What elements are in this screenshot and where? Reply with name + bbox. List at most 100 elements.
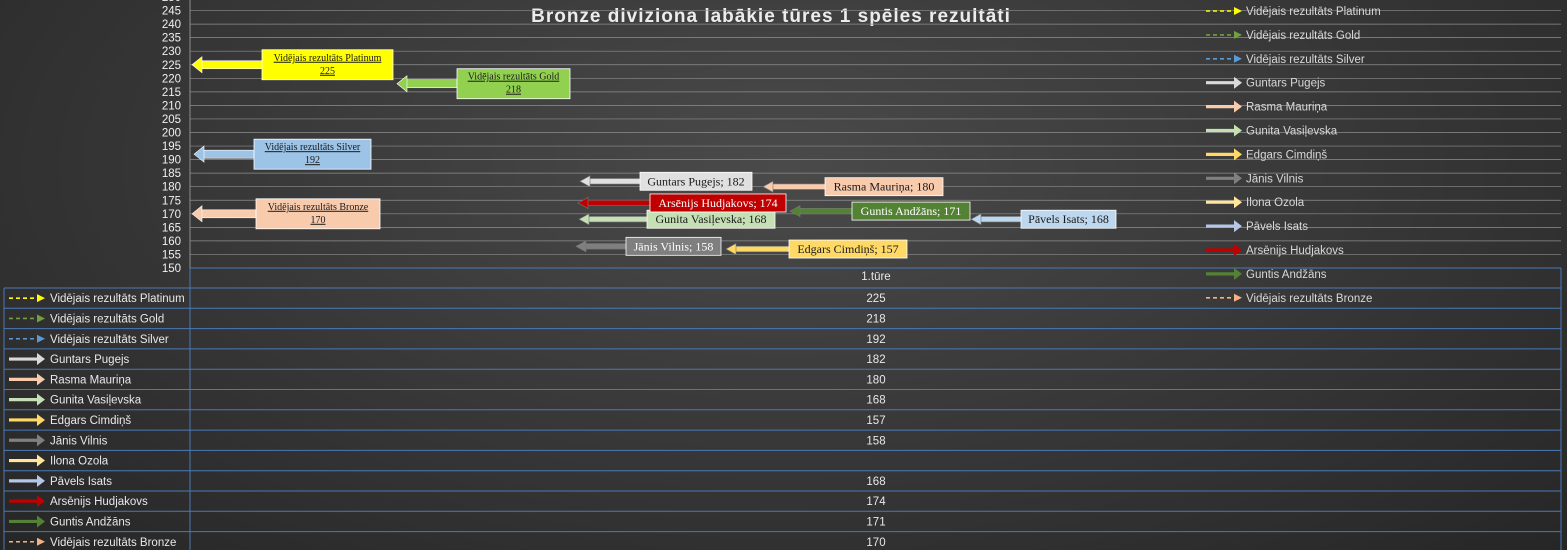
legend-label: Vidējais rezultāts Bronze — [1246, 293, 1372, 305]
data-callout: Vidējais rezultāts Platinum 225 — [191, 49, 394, 81]
arrow-icon — [9, 294, 45, 303]
y-tick-label: 215 — [162, 87, 181, 99]
data-callout: Vidējais rezultāts Bronze 170 — [191, 198, 381, 230]
callout-arrow-shaft — [201, 149, 255, 159]
callout-text: Vidējais rezultāts Bronze — [268, 202, 369, 213]
legend-entry: Jānis Vilnis — [1206, 172, 1304, 185]
callout-arrow-shaft — [404, 79, 458, 89]
y-tick-label: 150 — [162, 263, 181, 275]
legend-label: Vidējais rezultāts Gold — [1246, 30, 1360, 42]
legend-entry: Arsēnijs Hudjakovs — [1206, 244, 1344, 257]
table-cell-value: 168 — [866, 395, 885, 407]
callout-arrow-shaft — [585, 199, 651, 207]
arrow-icon — [1206, 148, 1242, 161]
callout-arrow-shaft — [583, 243, 627, 250]
callout-text: 218 — [506, 85, 521, 96]
category-label: 1.tūre — [861, 271, 890, 283]
data-callout: Vidējais rezultāts Silver 192 — [193, 138, 372, 170]
y-tick-label: 230 — [162, 46, 181, 58]
table-row-label: Guntis Andžāns — [50, 516, 131, 528]
legend-label: Guntis Andžāns — [1246, 269, 1327, 281]
callout-text: Rasma Mauriņa; 180 — [834, 180, 935, 194]
y-tick-label: 200 — [162, 128, 181, 140]
data-callout: Gunita Vasiļevska; 168 — [578, 209, 776, 229]
table-row-label: Pāvels Isats — [50, 476, 112, 488]
callout-arrow-head — [191, 56, 203, 74]
table-row-label: Ilona Ozola — [50, 456, 109, 468]
callout-arrow-shaft — [733, 245, 790, 253]
chart-canvas: Bronze diviziona labākie tūres 1 spēles … — [3, 0, 1562, 550]
table-cell-value: 182 — [866, 354, 885, 366]
callout-text: Guntis Andžāns; 171 — [861, 204, 962, 218]
legend-entry: Guntis Andžāns — [1206, 267, 1327, 281]
callout-arrow-head — [575, 240, 587, 253]
y-tick-label: 155 — [162, 249, 181, 261]
legend-entry: Gunita Vasiļevska — [1206, 124, 1338, 138]
legend-label: Pāvels Isats — [1246, 221, 1308, 233]
callout-text: 192 — [305, 155, 320, 166]
callout-arrow-head — [789, 205, 801, 218]
legend-entry: Pāvels Isats — [1206, 220, 1308, 233]
data-callout: Edgars Cimdiņš; 157 — [725, 239, 908, 259]
callout-arrow-shaft — [978, 216, 1022, 223]
legend-entry: Ilona Ozola — [1206, 196, 1305, 209]
callout-arrow-head — [191, 205, 203, 223]
callout-text: Guntars Pugejs; 182 — [647, 174, 744, 188]
callout-arrow-shaft — [199, 209, 257, 219]
y-tick-label: 225 — [162, 60, 181, 72]
y-tick-label: 235 — [162, 33, 181, 45]
arrow-icon — [1206, 293, 1242, 302]
table-row-label: Vidējais rezultāts Silver — [50, 334, 169, 346]
y-tick-label: 185 — [162, 168, 181, 180]
y-tick-label: 210 — [162, 100, 181, 112]
callout-arrow-shaft — [770, 183, 826, 190]
callout-text: Pāvels Isats; 168 — [1028, 212, 1109, 226]
data-callout: Guntis Andžāns; 171 — [789, 201, 971, 221]
legend-label: Vidējais rezultāts Silver — [1246, 54, 1365, 66]
table-cell-value: 174 — [866, 496, 886, 508]
table-row-label: Vidējais rezultāts Gold — [50, 313, 164, 325]
arrow-icon — [1206, 100, 1242, 113]
table-row-label: Edgars Cimdiņš — [50, 415, 131, 427]
table-row-label: Jānis Vilnis — [50, 435, 108, 447]
y-tick-label: 175 — [162, 195, 181, 207]
y-tick-label: 170 — [162, 209, 181, 221]
arrow-icon — [9, 537, 45, 546]
arrow-icon — [1206, 124, 1242, 137]
legend-label: Guntars Pugejs — [1246, 78, 1326, 90]
legend-label: Gunita Vasiļevska — [1246, 126, 1338, 138]
data-callout: Rasma Mauriņa; 180 — [762, 177, 944, 197]
y-tick-label: 250 — [162, 0, 181, 4]
legend-entry: Vidējais rezultāts Bronze — [1206, 293, 1372, 305]
y-tick-label: 180 — [162, 182, 181, 194]
callout-arrow-shaft — [587, 178, 641, 185]
callout-text: Edgars Cimdiņš; 157 — [797, 242, 898, 256]
data-callout: Arsēnijs Hudjakovs; 174 — [577, 193, 787, 213]
arrow-icon — [9, 413, 45, 426]
data-callout: Guntars Pugejs; 182 — [579, 171, 753, 191]
data-callout: Jānis Vilnis; 158 — [575, 236, 722, 256]
table-cell-value: 225 — [866, 293, 885, 305]
legend-label: Arsēnijs Hudjakovs — [1246, 245, 1344, 257]
legend-entry: Vidējais rezultāts Silver — [1206, 54, 1365, 66]
arrow-icon — [9, 393, 45, 406]
y-tick-label: 165 — [162, 222, 181, 234]
y-tick-label: 190 — [162, 155, 181, 167]
table-cell-value: 157 — [866, 415, 885, 427]
callout-arrow-head — [579, 175, 591, 188]
arrow-icon — [9, 353, 45, 366]
callout-arrow-head — [725, 243, 737, 256]
callout-arrow-head — [762, 180, 774, 193]
callout-text: 170 — [311, 215, 326, 226]
table-cell-value: 180 — [866, 374, 885, 386]
arrow-icon — [1206, 267, 1242, 280]
table-row-label: Guntars Pugejs — [50, 354, 130, 366]
y-tick-label: 220 — [162, 73, 181, 85]
arrow-icon — [9, 434, 45, 447]
callout-text: Gunita Vasiļevska; 168 — [655, 212, 766, 226]
callout-text: Vidējais rezultāts Platinum — [274, 53, 382, 64]
data-callout: Pāvels Isats; 168 — [970, 209, 1117, 229]
y-tick-label: 240 — [162, 19, 181, 31]
arrow-icon — [1206, 220, 1242, 233]
arrow-icon — [9, 314, 45, 323]
